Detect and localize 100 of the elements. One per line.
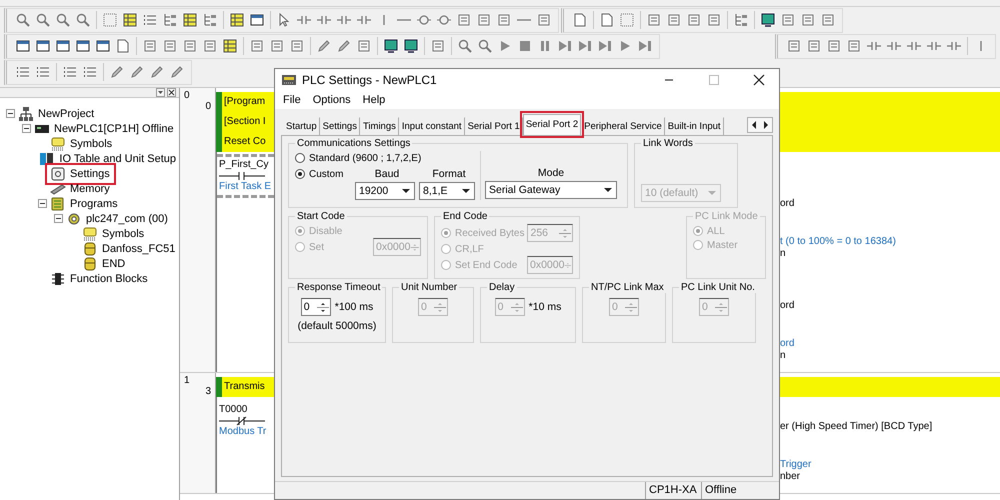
block-icon[interactable] (356, 38, 372, 54)
block-icon[interactable] (686, 12, 702, 28)
block-icon[interactable] (142, 38, 158, 54)
rung-comment: Reset Co (224, 135, 267, 149)
magnifier-icon[interactable] (35, 12, 51, 28)
magnifier-icon[interactable] (477, 38, 493, 54)
radio-button[interactable] (295, 169, 305, 179)
dropdown-icon[interactable] (156, 88, 165, 97)
tree-label: Danfoss_FC51 (101, 242, 176, 254)
step-icon[interactable] (597, 38, 613, 54)
magnifier-icon[interactable] (457, 38, 473, 54)
block-icon[interactable] (269, 38, 285, 54)
table-icon[interactable] (229, 12, 245, 28)
block-icon[interactable] (456, 12, 472, 28)
page-icon[interactable] (572, 12, 588, 28)
tree-icon[interactable] (162, 12, 178, 28)
block-icon[interactable] (826, 38, 842, 54)
spin-field[interactable]: 0 (300, 298, 331, 316)
expand-toggle-icon[interactable] (6, 109, 14, 118)
tree-item[interactable]: NewProject (16, 106, 98, 122)
block-icon[interactable] (646, 12, 662, 28)
tree-item[interactable]: Memory (48, 180, 113, 196)
tab[interactable]: Peripheral Service (581, 117, 665, 135)
block-icon[interactable] (806, 38, 822, 54)
tab[interactable]: Settings (320, 117, 360, 135)
block-icon[interactable] (706, 12, 722, 28)
block-icon[interactable] (786, 38, 802, 54)
block-icon[interactable] (820, 12, 836, 28)
radio-button[interactable] (295, 153, 305, 163)
page-icon[interactable] (115, 38, 131, 54)
window-icon[interactable] (55, 38, 71, 54)
magnifier-icon[interactable] (15, 12, 31, 28)
window-icon[interactable] (95, 38, 111, 54)
expand-toggle-icon[interactable] (54, 214, 62, 223)
tab[interactable]: Startup (283, 117, 320, 135)
window-icon[interactable] (35, 38, 51, 54)
pencil-icon[interactable] (316, 38, 332, 54)
block-icon[interactable] (162, 38, 178, 54)
dropdown[interactable]: 8,1,E (419, 182, 475, 200)
pencil-icon[interactable] (129, 64, 145, 80)
monitor-icon[interactable] (403, 38, 419, 54)
monitor-icon[interactable] (760, 12, 776, 28)
pencil-icon[interactable] (109, 64, 125, 80)
close-icon[interactable] (167, 88, 176, 97)
block-icon[interactable] (476, 12, 492, 28)
tree-item[interactable]: Settings (48, 166, 113, 182)
window-icon[interactable] (249, 12, 265, 28)
dropdown[interactable]: 19200 (355, 182, 415, 200)
block-icon[interactable] (666, 12, 682, 28)
monitor-icon[interactable] (383, 38, 399, 54)
tree-item[interactable]: IO Table and Unit Setup (37, 150, 179, 166)
tree-item[interactable]: END (80, 256, 128, 272)
block-icon[interactable] (846, 38, 862, 54)
tree-icon[interactable] (733, 12, 749, 28)
grid-icon[interactable] (102, 12, 118, 28)
block-icon[interactable] (182, 38, 198, 54)
tree-item[interactable]: Programs (48, 196, 121, 212)
status-cell: CP1H-XA (645, 482, 701, 499)
block-icon[interactable] (289, 38, 305, 54)
block-icon[interactable] (202, 38, 218, 54)
block-icon[interactable] (249, 38, 265, 54)
table-icon[interactable] (222, 38, 238, 54)
page-icon[interactable] (599, 12, 615, 28)
stop-icon[interactable] (517, 38, 533, 54)
pencil-icon[interactable] (169, 64, 185, 80)
tree-item[interactable]: Symbols (48, 136, 116, 152)
tree-icon[interactable] (202, 12, 218, 28)
maximize-icon[interactable] (708, 74, 720, 86)
pencil-icon[interactable] (336, 38, 352, 54)
close-icon[interactable] (753, 74, 765, 86)
tree-item[interactable]: Function Blocks (48, 270, 151, 286)
block-icon[interactable] (780, 12, 796, 28)
menu-item[interactable]: Help (356, 94, 392, 106)
block-icon[interactable] (536, 12, 552, 28)
tree-item[interactable]: Danfoss_FC51 (80, 240, 178, 256)
tab[interactable]: Serial Port 1 (464, 117, 523, 135)
expand-toggle-icon[interactable] (22, 124, 30, 133)
tree-item[interactable]: plc247_com (00) (64, 210, 171, 226)
window-icon[interactable] (75, 38, 91, 54)
menu-item[interactable]: File (277, 94, 307, 106)
magnifier-icon[interactable] (55, 12, 71, 28)
tab[interactable]: Serial Port 2 (522, 114, 582, 135)
table-icon[interactable] (182, 12, 198, 28)
tree-item[interactable]: NewPLC1[CP1H] Offline (32, 120, 177, 136)
step-icon[interactable] (577, 38, 593, 54)
window-icon[interactable] (15, 38, 31, 54)
block-icon[interactable] (800, 12, 816, 28)
step-icon[interactable] (557, 38, 573, 54)
operand-comment: First Task E (219, 181, 272, 193)
grid-icon[interactable] (619, 12, 635, 28)
tree-item[interactable]: Symbols (80, 226, 148, 242)
magnifier-icon[interactable] (75, 12, 91, 28)
table-icon[interactable] (122, 12, 138, 28)
dropdown[interactable]: Serial Gateway (485, 181, 617, 199)
step-icon[interactable] (637, 38, 653, 54)
pencil-icon[interactable] (149, 64, 165, 80)
block-icon[interactable] (430, 38, 446, 54)
block-icon[interactable] (496, 12, 512, 28)
menu-item[interactable]: Options (306, 94, 357, 106)
expand-toggle-icon[interactable] (38, 199, 46, 208)
